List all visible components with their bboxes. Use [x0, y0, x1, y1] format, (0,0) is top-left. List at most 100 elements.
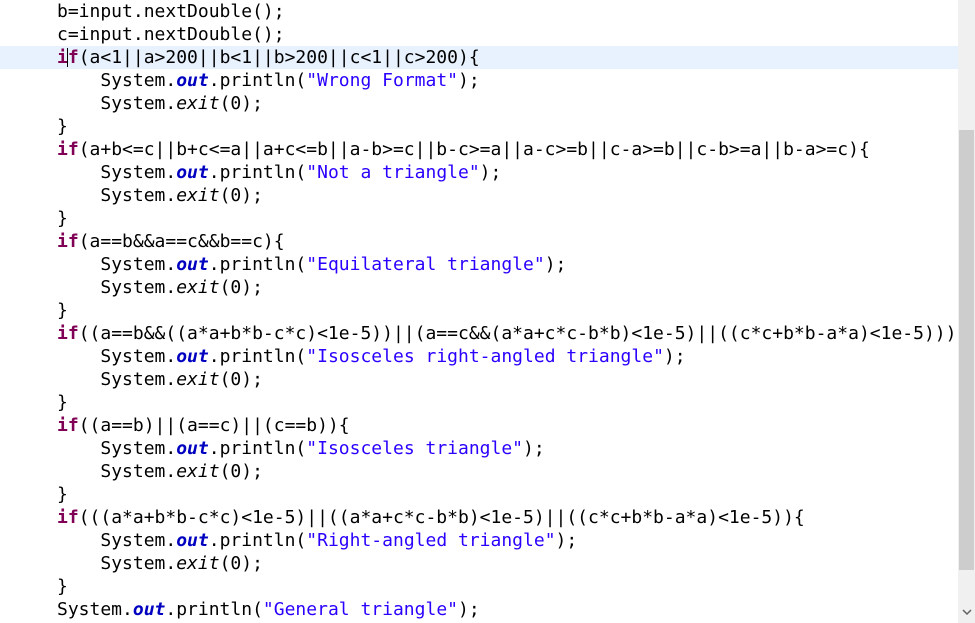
code-line[interactable]: if(a<1||a>200||b<1||b>200||c<1||c>200){	[0, 46, 958, 69]
code-token: System.	[100, 70, 177, 91]
code-token: System.	[100, 162, 177, 183]
method-token: exit	[176, 553, 220, 574]
code-token: (a+b<=c||b+c<=a||a+c<=b||a-b>=c||b-c>=a|…	[78, 139, 870, 160]
code-token: ((a==b&&((a*a+b*b-c*c)<1e-5))||(a==c&&(a…	[78, 323, 957, 344]
string-token: "Wrong Format"	[306, 70, 458, 91]
code-token: System.	[57, 599, 133, 620]
code-line[interactable]: System.out.println("Isosceles triangle")…	[0, 437, 958, 460]
field-token: out	[176, 162, 209, 183]
code-line[interactable]: System.out.println("Right-angled triangl…	[0, 529, 958, 552]
code-line[interactable]: c=input.nextDouble();	[0, 23, 958, 46]
code-token: .println(	[208, 70, 307, 91]
code-line[interactable]: System.exit(0);	[0, 276, 958, 299]
code-token: System.	[100, 346, 177, 367]
code-token: (0);	[219, 277, 263, 298]
code-token: .println(	[165, 599, 263, 620]
code-token: );	[555, 530, 578, 551]
code-token: .println(	[208, 254, 307, 275]
field-token: out	[176, 438, 209, 459]
string-token: "Right-angled triangle"	[306, 530, 556, 551]
code-line[interactable]: if((a==b)||(a==c)||(c==b)){	[0, 414, 958, 437]
method-token: exit	[176, 461, 220, 482]
code-area[interactable]: b=input.nextDouble(); c=input.nextDouble(…	[0, 0, 958, 621]
scrollbar-thumb[interactable]	[959, 130, 974, 570]
code-token: System.	[100, 461, 177, 482]
code-line[interactable]: }	[0, 483, 958, 506]
string-token: "Equilateral triangle"	[306, 254, 545, 275]
code-token: System.	[100, 185, 177, 206]
code-line[interactable]: if((a==b&&((a*a+b*b-c*c)<1e-5))||(a==c&&…	[0, 322, 958, 345]
method-token: exit	[176, 277, 220, 298]
code-token: (0);	[219, 369, 263, 390]
code-line[interactable]: System.exit(0);	[0, 92, 958, 115]
field-token: out	[176, 254, 209, 275]
code-line[interactable]: System.exit(0);	[0, 552, 958, 575]
code-line[interactable]: System.exit(0);	[0, 460, 958, 483]
code-line[interactable]: }	[0, 115, 958, 138]
code-token: .println(	[208, 438, 307, 459]
code-token: (((a*a+b*b-c*c)<1e-5)||((a*a+c*c-b*b)<1e…	[78, 507, 805, 528]
code-token: (0);	[219, 93, 263, 114]
code-token: }	[57, 116, 68, 137]
code-token: }	[57, 576, 68, 597]
keyword-token: if	[57, 415, 79, 436]
code-line[interactable]: System.exit(0);	[0, 184, 958, 207]
code-token: System.	[100, 93, 177, 114]
keyword-token: if	[57, 139, 79, 160]
code-token: );	[458, 70, 480, 91]
code-token: (a<1||a>200||b<1||b>200||c<1||c>200){	[78, 47, 480, 68]
code-token: .println(	[208, 162, 307, 183]
code-token: );	[663, 346, 686, 367]
field-token: out	[176, 530, 209, 551]
string-token: "Not a triangle"	[306, 162, 480, 183]
code-token: System.	[100, 254, 177, 275]
code-line[interactable]: }	[0, 391, 958, 414]
chevron-down-icon[interactable]	[958, 604, 975, 621]
code-token: System.	[100, 277, 177, 298]
code-editor[interactable]: b=input.nextDouble(); c=input.nextDouble(…	[0, 0, 975, 623]
code-line[interactable]: }	[0, 575, 958, 598]
code-line[interactable]: b=input.nextDouble();	[0, 0, 958, 23]
code-line[interactable]: if(a==b&&a==c&&b==c){	[0, 230, 958, 253]
code-token: System.	[100, 553, 177, 574]
field-token: out	[176, 70, 209, 91]
code-token: b=input.nextDouble();	[57, 1, 285, 22]
code-line[interactable]: }	[0, 207, 958, 230]
code-line[interactable]: }	[0, 299, 958, 322]
keyword-token: if	[57, 323, 79, 344]
code-token: (a==b&&a==c&&b==c){	[78, 231, 285, 252]
string-token: "Isosceles triangle"	[306, 438, 524, 459]
code-token: System.	[100, 530, 177, 551]
code-line[interactable]: if(a+b<=c||b+c<=a||a+c<=b||a-b>=c||b-c>=…	[0, 138, 958, 161]
code-line[interactable]: System.out.println("Equilateral triangle…	[0, 253, 958, 276]
code-token: System.	[100, 438, 177, 459]
code-line[interactable]: System.out.println("Wrong Format");	[0, 69, 958, 92]
keyword-token: if	[57, 231, 79, 252]
code-token: }	[57, 392, 68, 413]
code-token: .println(	[208, 346, 307, 367]
method-token: exit	[176, 93, 220, 114]
code-line[interactable]: if(((a*a+b*b-c*c)<1e-5)||((a*a+c*c-b*b)<…	[0, 506, 958, 529]
code-line[interactable]: System.out.println("Isosceles right-angl…	[0, 345, 958, 368]
text-caret	[67, 48, 68, 67]
code-line[interactable]: System.exit(0);	[0, 368, 958, 391]
code-line[interactable]: System.out.println("Not a triangle");	[0, 161, 958, 184]
vertical-scrollbar[interactable]	[958, 0, 975, 623]
code-token: .println(	[208, 530, 307, 551]
code-token: (0);	[219, 461, 263, 482]
code-token: );	[523, 438, 545, 459]
code-token: (0);	[219, 553, 263, 574]
code-line[interactable]: System.out.println("General triangle");	[0, 598, 958, 621]
code-token: c=input.nextDouble();	[57, 24, 285, 45]
string-token: "Isosceles right-angled triangle"	[306, 346, 664, 367]
code-token: );	[544, 254, 567, 275]
